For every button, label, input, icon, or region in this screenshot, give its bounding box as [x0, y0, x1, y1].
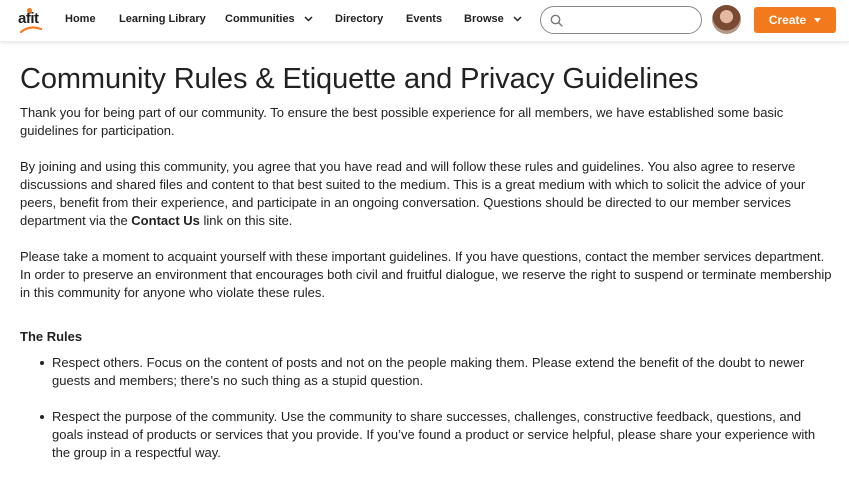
nav-events[interactable]: Events	[406, 13, 442, 25]
search-box[interactable]	[540, 6, 702, 34]
page-title: Community Rules & Etiquette and Privacy …	[20, 63, 699, 95]
nav-browse-label: Browse	[464, 13, 504, 25]
rules-heading: The Rules	[20, 329, 83, 344]
rule-item: Respect the purpose of the community. Us…	[20, 408, 832, 462]
nav-home-label: Home	[65, 13, 96, 25]
logo-dot	[27, 8, 32, 13]
caret-down-icon	[814, 17, 822, 22]
acquaint-paragraph: Please take a moment to acquaint yoursel…	[20, 249, 832, 300]
top-navigation-bar: afit Home Learning Library Communities D…	[0, 0, 849, 42]
nav-directory[interactable]: Directory	[335, 13, 383, 25]
rules-list: Respect others. Focus on the content of …	[20, 354, 832, 462]
agreement-paragraph: By joining and using this community, you…	[20, 158, 832, 230]
nav-directory-label: Directory	[335, 13, 384, 25]
intro-paragraph: Thank you for being part of our communit…	[20, 105, 784, 138]
nav-learning-library[interactable]: Learning Library	[119, 13, 206, 25]
contact-us-link[interactable]: Contact Us	[131, 213, 200, 228]
main-content: Community Rules & Etiquette and Privacy …	[20, 42, 832, 480]
chevron-down-icon	[304, 16, 313, 22]
nav-learning-library-label: Learning Library	[119, 13, 206, 25]
nav-events-label: Events	[406, 13, 443, 25]
search-icon	[550, 14, 563, 27]
chevron-down-icon	[513, 16, 522, 22]
nav-browse[interactable]: Browse	[464, 13, 522, 25]
logo-swoosh-icon	[20, 26, 42, 34]
rule-item: Respect others. Focus on the content of …	[20, 354, 832, 390]
create-button[interactable]: Create	[754, 7, 836, 33]
afit-logo[interactable]: afit	[18, 7, 48, 35]
nav-communities[interactable]: Communities	[225, 13, 313, 25]
agreement-text-after: link on this site.	[199, 213, 293, 228]
create-button-label: Create	[768, 13, 807, 27]
nav-communities-label: Communities	[225, 13, 295, 25]
user-avatar[interactable]	[712, 5, 741, 34]
search-input[interactable]	[569, 12, 695, 29]
nav-home[interactable]: Home	[65, 13, 96, 25]
